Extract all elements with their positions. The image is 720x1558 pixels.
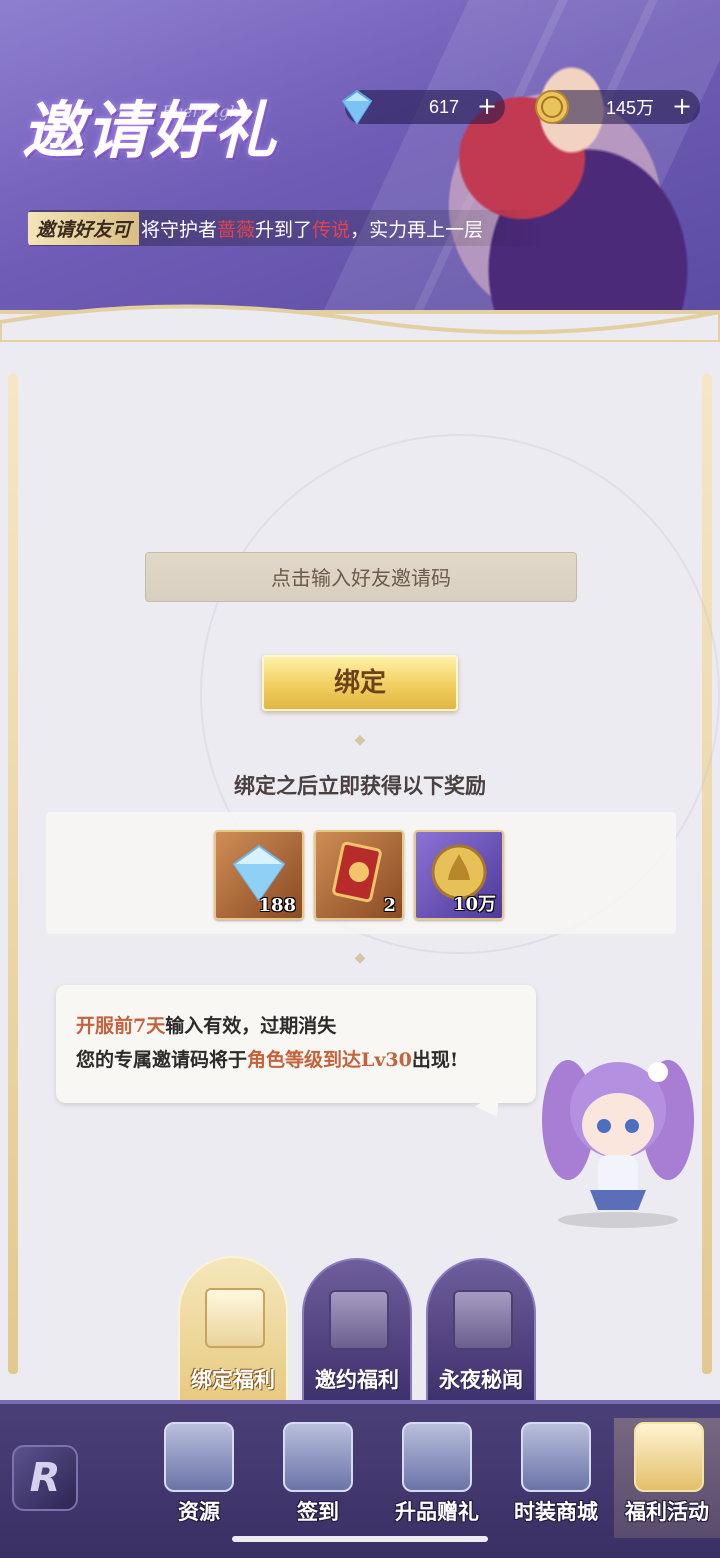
reward-item-gold[interactable]: 10万 — [414, 830, 504, 920]
nav-label: 资源 — [178, 1499, 220, 1524]
logo-icon: R — [29, 1455, 61, 1501]
invite-code-input[interactable]: 点击输入好友邀请码 — [145, 552, 577, 602]
nav-label: 时装商城 — [514, 1499, 598, 1524]
notice-text: 出现! — [411, 1049, 459, 1071]
mascot-chibi — [542, 1060, 694, 1228]
tab-invite-welfare[interactable]: 邀约福利 — [302, 1258, 412, 1408]
tab-everlasting-news[interactable]: 永夜秘闻 — [426, 1258, 536, 1408]
home-indicator[interactable] — [232, 1536, 488, 1542]
divider-ornament: ◆ — [354, 950, 366, 966]
notice-highlight: 角色等级到达Lv30 — [247, 1049, 412, 1071]
reward-count: 188 — [258, 895, 296, 916]
nav-fashion-mall[interactable]: 时装商城 — [501, 1418, 611, 1538]
reward-count: 2 — [383, 895, 396, 916]
gift-box-icon — [402, 1422, 472, 1492]
sign-in-feather-icon — [283, 1422, 353, 1492]
add-gold-button[interactable]: + — [670, 94, 694, 119]
nav-label: 福利活动 — [625, 1499, 709, 1524]
notice-line-1: 开服前7天输入有效，过期消失 — [76, 1009, 516, 1043]
nav-sign-in[interactable]: 签到 — [263, 1418, 373, 1538]
marquee-rarity: 传说 — [312, 218, 351, 241]
scroll-icon — [205, 1288, 265, 1348]
divider-ornament: ◆ — [354, 732, 366, 748]
nav-label: 升品赠礼 — [395, 1499, 479, 1524]
marquee-tag: 邀请好友可 — [28, 211, 140, 245]
game-logo-button[interactable]: R — [12, 1445, 78, 1511]
tab-label: 绑定福利 — [191, 1367, 275, 1392]
gold-value: 145万 — [605, 98, 654, 118]
panel-frame-left — [8, 374, 18, 1374]
banner-title-sub: EverNight — [162, 102, 246, 121]
notice-line-2: 您的专属邀请码将于角色等级到达Lv30出现! — [76, 1043, 516, 1077]
fashion-mall-icon — [521, 1422, 591, 1492]
broadcast-marquee: 邀请好友可 将守护者 蔷薇 升到了 传说 ，实力再上一层 — [28, 210, 548, 246]
notice-highlight: 开服前7天 — [76, 1015, 166, 1037]
add-diamond-button[interactable]: + — [475, 94, 499, 119]
nav-resource[interactable]: 资源 — [144, 1418, 254, 1538]
reward-item-diamond[interactable]: 188 — [214, 830, 304, 920]
letter-icon — [329, 1290, 389, 1350]
notice-text: 您的专属邀请码将于 — [76, 1049, 248, 1071]
nav-upgrade-gift[interactable]: 升品赠礼 — [382, 1418, 492, 1538]
banner-title: 邀请好礼 — [22, 94, 279, 167]
diamond-icon — [341, 89, 373, 125]
welfare-scroll-icon — [634, 1422, 704, 1492]
gold-balance: 145万 + — [535, 90, 700, 124]
bind-button[interactable]: 绑定 — [262, 655, 458, 711]
marquee-text-before: 将守护者 — [141, 218, 218, 241]
reward-item-card-pack[interactable]: 2 — [314, 830, 404, 920]
tab-bind-welfare[interactable]: 绑定福利 — [178, 1256, 288, 1408]
nav-welfare-activity[interactable]: 福利活动 — [614, 1418, 720, 1538]
reward-title: 绑定之后立即获得以下奖励 — [234, 773, 486, 798]
tab-label: 永夜秘闻 — [439, 1367, 523, 1392]
marquee-text-middle: 升到了 — [255, 218, 313, 241]
resource-bag-icon — [164, 1422, 234, 1492]
tab-label: 邀约福利 — [315, 1367, 399, 1392]
newspaper-icon — [453, 1290, 513, 1350]
reward-count: 10万 — [452, 894, 496, 915]
panel-wave-border — [0, 304, 720, 342]
banner-title-group: EverNight 邀请好礼 — [22, 80, 278, 170]
nav-label: 签到 — [297, 1499, 339, 1524]
marquee-name: 蔷薇 — [217, 218, 256, 241]
diamond-value: 617 — [428, 96, 459, 117]
notice-text: 输入有效，过期消失 — [165, 1015, 337, 1037]
diamond-balance: 617 + — [341, 89, 505, 125]
marquee-text-after: ，实力再上一层 — [350, 218, 484, 241]
notice-bubble: 开服前7天输入有效，过期消失 您的专属邀请码将于角色等级到达Lv30出现! — [56, 985, 536, 1103]
gold-coin-icon — [535, 90, 569, 124]
